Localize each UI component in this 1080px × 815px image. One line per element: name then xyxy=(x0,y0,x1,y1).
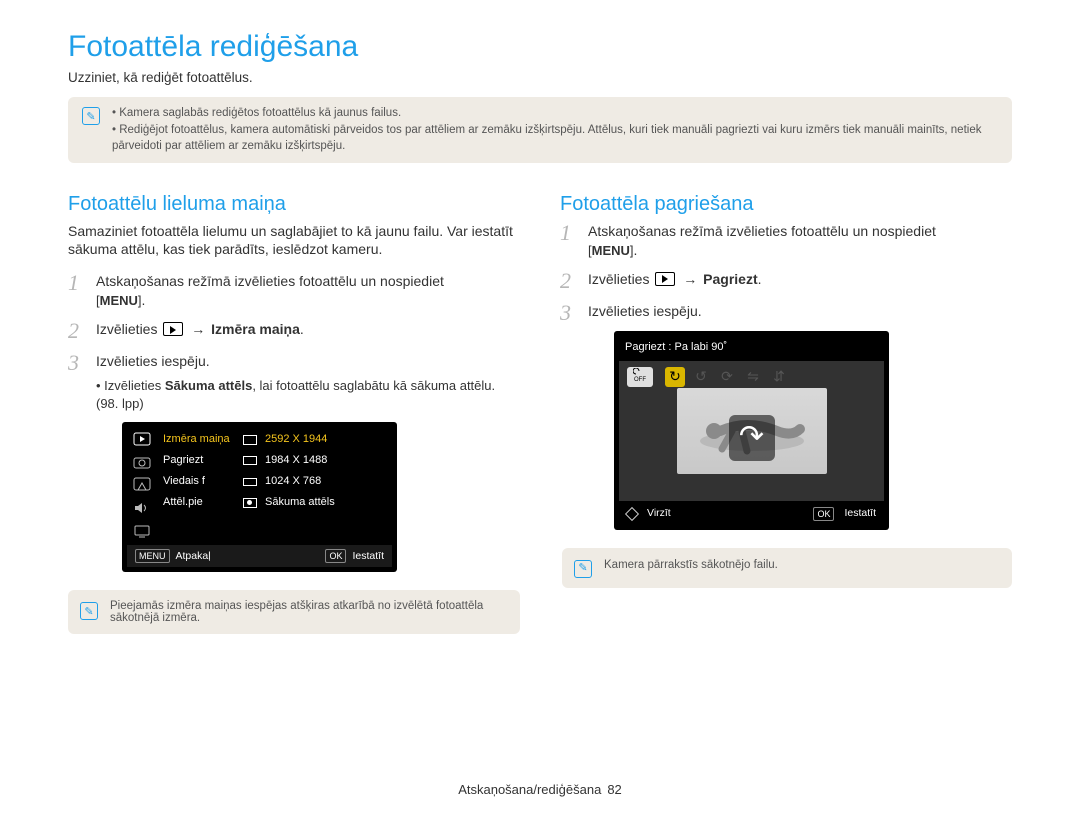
rotate-overlay-icon: ↷ xyxy=(729,415,775,461)
lcd-list: Izmēra maiņa 2592 X 1944 Pagriezt 1984 X… xyxy=(157,427,392,543)
note-icon: ✎ xyxy=(574,560,592,578)
playback-icon xyxy=(655,272,675,286)
page-title: Fotoattēla rediģēšana xyxy=(68,30,1012,64)
note-icon: ✎ xyxy=(82,107,100,125)
size-mini-icon xyxy=(243,435,257,445)
playback-icon xyxy=(163,322,183,336)
start-image-mini-icon xyxy=(243,498,257,508)
left-step1-text: Atskaņošanas režīmā izvēlieties fotoattē… xyxy=(96,273,444,289)
left-step-3: 3 Izvēlieties iespēju. Izvēlieties Sākum… xyxy=(68,352,520,572)
rotate-lcd-header: Pagriezt : Pa labi 90˚ xyxy=(619,336,884,359)
arrow-icon: → xyxy=(191,321,205,337)
right-bottom-note: ✎ Kamera pārrakstīs sākotnējo failu. xyxy=(562,548,1012,588)
step-number: 3 xyxy=(560,302,578,588)
rotate-lcd: Pagriezt : Pa labi 90˚ OFF ↻ ↺ ⟳ ⇋ xyxy=(614,331,889,530)
menu-key: MENU xyxy=(588,242,634,260)
rotate-icon-row: ↻ ↺ ⟳ ⇋ ⇵ xyxy=(665,367,789,387)
display-icon xyxy=(133,523,151,539)
left-section-desc: Samaziniet fotoattēla lielumu un saglabā… xyxy=(68,222,520,258)
lcd-footer: MENU Atpakaļ OK Iestatīt xyxy=(127,545,392,567)
left-step2-target: Izmēra maiņa xyxy=(211,321,300,337)
left-step3-sub: Izvēlieties Sākuma attēls, lai fotoattēl… xyxy=(96,377,520,412)
left-column: Fotoattēlu lieluma maiņa Samaziniet foto… xyxy=(68,193,520,634)
ok-tag: OK xyxy=(813,507,834,521)
menu-tag: MENU xyxy=(135,549,170,563)
flip-v-icon: ⇵ xyxy=(769,367,789,387)
step-number: 2 xyxy=(68,320,86,342)
left-step2-text: Izvēlieties xyxy=(96,321,161,337)
edit-icon xyxy=(133,477,151,493)
lcd-side-icons xyxy=(127,427,157,543)
left-step3-text: Izvēlieties iespēju. xyxy=(96,353,210,369)
resize-lcd: Izmēra maiņa 2592 X 1944 Pagriezt 1984 X… xyxy=(122,422,397,572)
left-step-2: 2 Izvēlieties → Izmēra maiņa. xyxy=(68,320,520,342)
right-step2-text: Izvēlieties xyxy=(588,271,653,287)
right-step-1: 1 Atskaņošanas režīmā izvēlieties fotoat… xyxy=(560,222,1012,260)
dpad-icon xyxy=(625,506,639,520)
rotate-lcd-footer: Virzīt OK Iestatīt xyxy=(619,503,884,525)
right-step3-text: Izvēlieties iespēju. xyxy=(588,303,702,319)
page-subtitle: Uzziniet, kā rediģēt fotoattēlus. xyxy=(68,70,1012,85)
rotate-left-90-icon: ↺ xyxy=(691,367,711,387)
size-mini-icon xyxy=(243,456,257,465)
right-step1-text: Atskaņošanas režīmā izvēlieties fotoattē… xyxy=(588,223,936,239)
top-note-item: Kamera saglabās rediģētos fotoattēlus kā… xyxy=(112,105,998,122)
step-number: 1 xyxy=(560,222,578,260)
right-section-title: Fotoattēla pagriešana xyxy=(560,193,1012,216)
lcd-row: Pagriezt 1984 X 1488 xyxy=(159,450,390,471)
page-footer: Atskaņošana/rediģēšana82 xyxy=(0,782,1080,797)
playback-tab-icon xyxy=(133,431,151,447)
left-section-title: Fotoattēlu lieluma maiņa xyxy=(68,193,520,216)
lcd-row: Viedais f 1024 X 768 xyxy=(159,471,390,492)
lcd-row: Attēl.pie Sākuma attēls xyxy=(159,492,390,513)
left-step-1: 1 Atskaņošanas režīmā izvēlieties fotoat… xyxy=(68,272,520,310)
right-step-2: 2 Izvēlieties → Pagriezt. xyxy=(560,270,1012,292)
ok-tag: OK xyxy=(325,549,346,563)
right-step2-target: Pagriezt xyxy=(703,271,757,287)
rotate-180-icon: ⟳ xyxy=(717,367,737,387)
flip-h-icon: ⇋ xyxy=(743,367,763,387)
note-icon: ✎ xyxy=(80,602,98,620)
rotate-preview: OFF ↻ ↺ ⟳ ⇋ ⇵ xyxy=(619,361,884,501)
size-mini-icon xyxy=(243,478,257,486)
rotate-right-90-icon: ↻ xyxy=(665,367,685,387)
sound-icon xyxy=(133,500,151,516)
step-number: 2 xyxy=(560,270,578,292)
arrow-icon: → xyxy=(683,271,697,287)
off-badge: OFF xyxy=(627,367,653,387)
left-bottom-note: ✎ Pieejamās izmēra maiņas iespējas atšķi… xyxy=(68,590,520,634)
top-note-box: ✎ Kamera saglabās rediģētos fotoattēlus … xyxy=(68,97,1012,163)
lcd-row: Izmēra maiņa 2592 X 1944 xyxy=(159,429,390,450)
menu-key: MENU xyxy=(96,292,142,310)
step-number: 3 xyxy=(68,352,86,572)
step-number: 1 xyxy=(68,272,86,310)
right-step-3: 3 Izvēlieties iespēju. Pagriezt : Pa lab… xyxy=(560,302,1012,588)
top-note-item: Rediģējot fotoattēlus, kamera automātisk… xyxy=(112,122,998,155)
right-column: Fotoattēla pagriešana 1 Atskaņošanas rež… xyxy=(560,193,1012,634)
camera-icon xyxy=(133,454,151,470)
